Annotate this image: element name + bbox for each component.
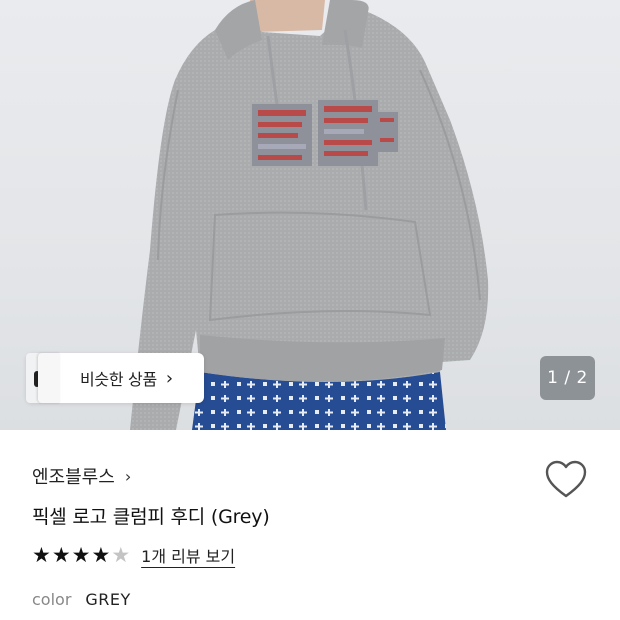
color-value: GREY xyxy=(85,590,131,609)
star-icon: ★ xyxy=(111,542,131,567)
star-rating: ★ ★ ★ ★ ★ xyxy=(32,542,131,567)
similar-products-thumbnails xyxy=(26,353,66,403)
chevron-right-icon: › xyxy=(124,466,132,486)
rating-row: ★ ★ ★ ★ ★ 1개 리뷰 보기 xyxy=(32,543,235,567)
star-icon: ★ xyxy=(91,542,111,567)
similar-products-label: 비슷한 상품 xyxy=(80,370,157,389)
review-link[interactable]: 1개 리뷰 보기 xyxy=(141,543,235,567)
product-title: 픽셀 로고 클럼피 후디 (Grey) xyxy=(32,506,270,528)
similar-thumbnail xyxy=(38,353,60,403)
color-label: color xyxy=(32,590,72,609)
similar-products-button[interactable]: 비슷한 상품 › xyxy=(26,353,204,403)
color-row: color GREY xyxy=(32,590,131,609)
image-counter: 1 / 2 xyxy=(540,356,595,400)
brand-link[interactable]: 엔조블루스 › xyxy=(32,463,131,489)
star-icon: ★ xyxy=(71,542,91,567)
chevron-right-icon: › xyxy=(165,367,174,389)
brand-name: 엔조블루스 xyxy=(32,467,115,488)
star-icon: ★ xyxy=(51,542,71,567)
heart-outline-icon[interactable] xyxy=(544,460,588,500)
star-icon: ★ xyxy=(32,542,51,567)
product-image-gallery[interactable]: 비슷한 상품 › 1 / 2 xyxy=(0,0,620,430)
